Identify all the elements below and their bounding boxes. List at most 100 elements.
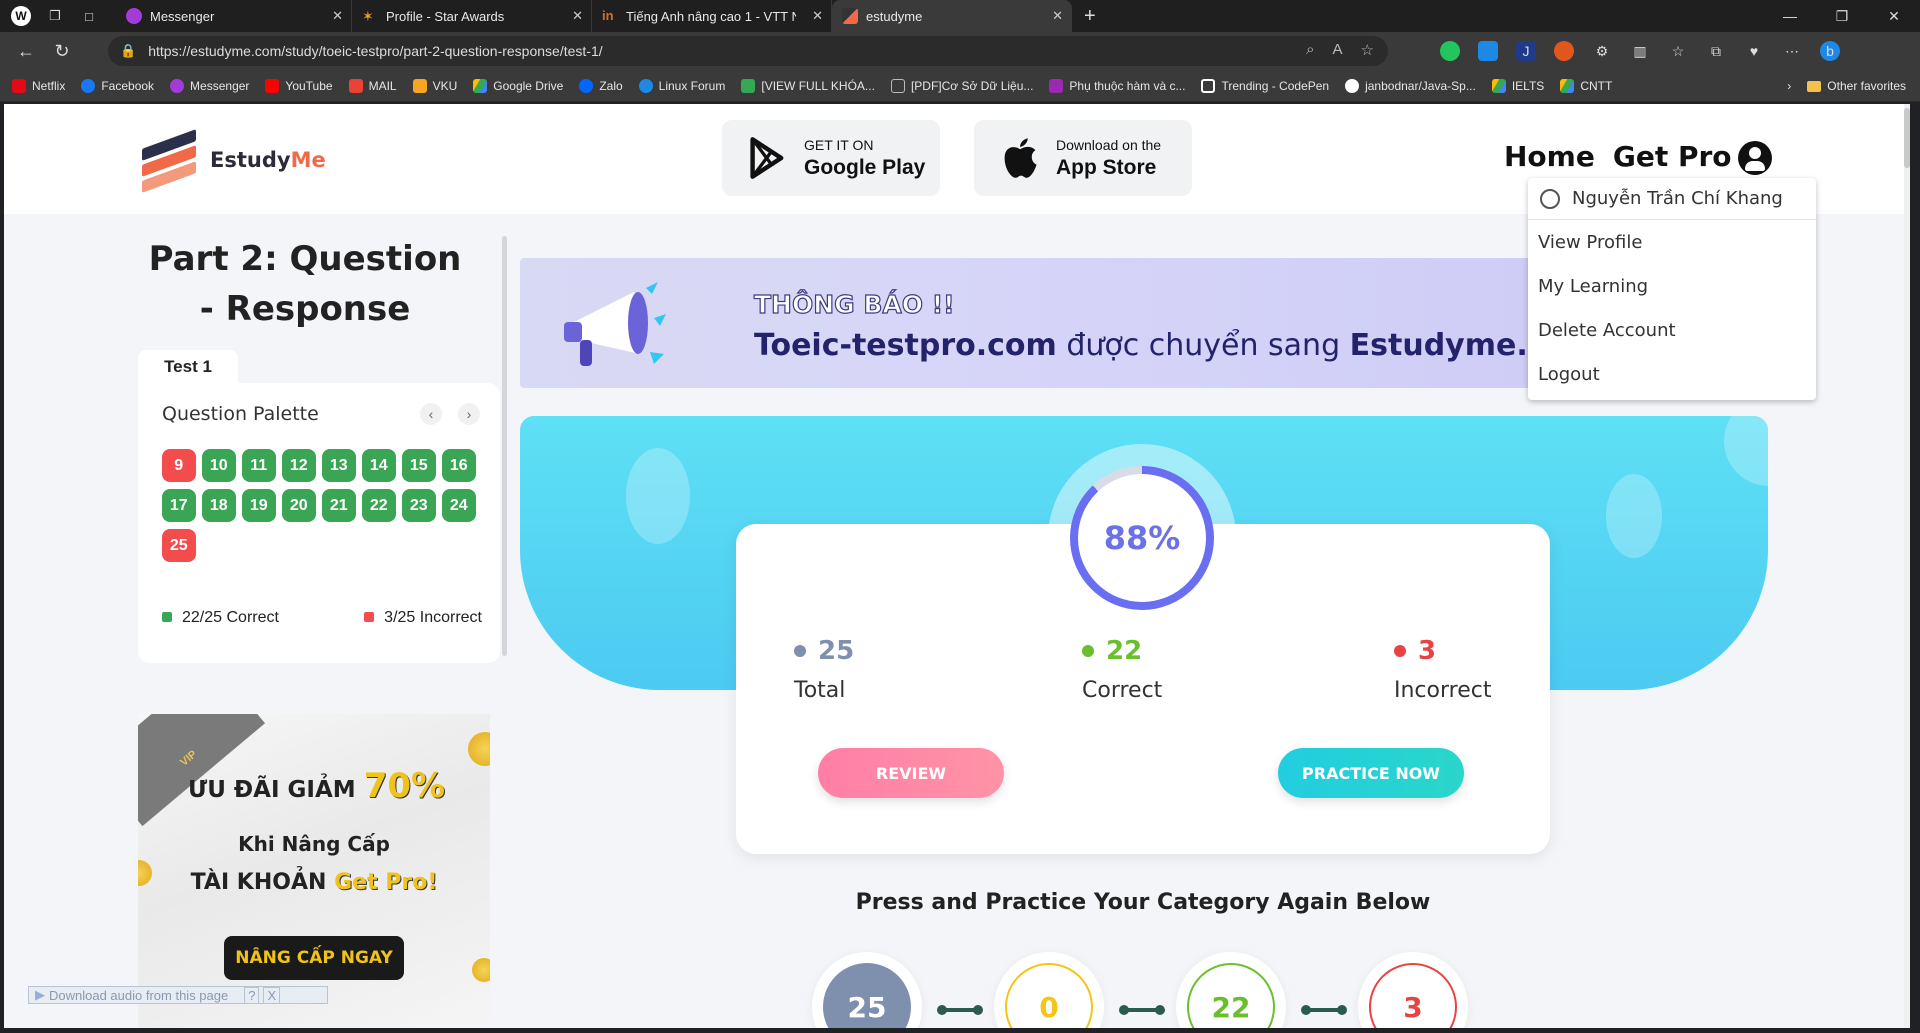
category-unanswered[interactable]: 0 xyxy=(994,952,1104,1028)
question-button-9[interactable]: 9 xyxy=(162,449,196,482)
favorites-icon[interactable]: ☆ xyxy=(1668,41,1688,61)
page-scrollbar[interactable] xyxy=(1904,104,1910,1028)
tab-tieng-anh[interactable]: in Tiếng Anh nâng cao 1 - VTT Ngữ ✕ xyxy=(592,0,832,32)
menu-logout[interactable]: Logout xyxy=(1528,352,1816,396)
tab-estudyme[interactable]: estudyme ✕ xyxy=(832,0,1072,32)
bookmark-ielts[interactable]: IELTS xyxy=(1491,78,1544,93)
category-incorrect[interactable]: 3 xyxy=(1358,952,1468,1028)
site-logo[interactable]: EstudyMe xyxy=(138,129,326,193)
review-button[interactable]: REVIEW xyxy=(818,748,1004,798)
question-button-14[interactable]: 14 xyxy=(362,449,396,482)
bookmark-view-full[interactable]: [VIEW FULL KHÓA... xyxy=(741,78,875,93)
app-store-button[interactable]: Download on the App Store xyxy=(974,120,1192,196)
google-play-button[interactable]: GET IT ON Google Play xyxy=(722,120,940,196)
question-button-12[interactable]: 12 xyxy=(282,449,316,482)
upgrade-now-button[interactable]: NÂNG CẤP NGAY xyxy=(224,936,404,980)
tab-messenger[interactable]: Messenger ✕ xyxy=(116,0,352,32)
extensions-area: J ⚙ ▥ ☆ ⧉ ♥ ⋯ b xyxy=(1440,38,1840,64)
tab-star-awards[interactable]: ✶ Profile - Star Awards ✕ xyxy=(352,0,592,32)
collections-icon[interactable]: ⧉ xyxy=(1706,41,1726,61)
menu-view-profile[interactable]: View Profile xyxy=(1528,220,1816,264)
download-audio-bar[interactable]: ▶ Download audio from this page ? X xyxy=(28,986,328,1004)
copilot-icon[interactable]: b xyxy=(1820,41,1840,61)
question-button-18[interactable]: 18 xyxy=(202,489,236,522)
question-button-24[interactable]: 24 xyxy=(442,489,476,522)
zoom-icon[interactable]: ⌕ xyxy=(1306,41,1314,59)
close-window-icon[interactable]: ✕ xyxy=(1868,0,1920,32)
bookmark-github[interactable]: janbodnar/Java-Sp... xyxy=(1345,78,1476,93)
extension-j-icon[interactable]: J xyxy=(1516,41,1536,61)
bookmark-cntt[interactable]: CNTT xyxy=(1560,78,1612,93)
bookmark-codepen[interactable]: Trending - CodePen xyxy=(1201,78,1329,93)
bookmark-google-drive[interactable]: Google Drive xyxy=(473,78,563,93)
extension-orange-icon[interactable] xyxy=(1554,41,1574,61)
favorite-star-icon[interactable]: ☆ xyxy=(1361,41,1374,59)
workspaces-icon[interactable]: ❐ xyxy=(42,5,68,27)
tab-test-1[interactable]: Test 1 xyxy=(138,350,238,384)
question-button-10[interactable]: 10 xyxy=(202,449,236,482)
question-button-20[interactable]: 20 xyxy=(282,489,316,522)
performance-icon[interactable]: ♥ xyxy=(1744,41,1764,61)
user-name-row[interactable]: Nguyễn Trần Chí Khang xyxy=(1528,178,1816,220)
close-tab-icon[interactable]: ✕ xyxy=(572,8,583,24)
other-favorites[interactable]: Other favorites xyxy=(1807,79,1906,93)
close-icon[interactable]: X xyxy=(263,986,281,1004)
bookmark-mail[interactable]: MAIL xyxy=(348,78,397,93)
close-tab-icon[interactable]: ✕ xyxy=(332,8,343,24)
nav-home[interactable]: Home xyxy=(1504,140,1595,173)
tab-title: Profile - Star Awards xyxy=(386,8,505,24)
question-button-25[interactable]: 25 xyxy=(162,529,196,562)
minimize-icon[interactable]: — xyxy=(1764,0,1816,32)
promo-banner[interactable]: VIP ƯU ĐÃI GIẢM 70% Khi Nâng Cấp TÀI KHO… xyxy=(138,714,490,1028)
practice-now-button[interactable]: PRACTICE NOW xyxy=(1278,748,1464,798)
question-button-22[interactable]: 22 xyxy=(362,489,396,522)
question-button-11[interactable]: 11 xyxy=(242,449,276,482)
question-button-13[interactable]: 13 xyxy=(322,449,356,482)
menu-delete-account[interactable]: Delete Account xyxy=(1528,308,1816,352)
question-button-15[interactable]: 15 xyxy=(402,449,436,482)
extension-green-icon[interactable] xyxy=(1440,41,1460,61)
browser-profile-icon[interactable]: W xyxy=(8,5,34,27)
tab-actions-icon[interactable]: □ xyxy=(76,5,102,27)
bookmark-phu-thuoc[interactable]: Phụ thuộc hàm và c... xyxy=(1049,78,1185,93)
bookmark-netflix[interactable]: Netflix xyxy=(12,78,65,93)
chevron-right-icon[interactable]: › xyxy=(458,403,480,425)
extensions-puzzle-icon[interactable]: ⚙ xyxy=(1592,41,1612,61)
bookmark-youtube[interactable]: YouTube xyxy=(265,78,333,93)
question-button-21[interactable]: 21 xyxy=(322,489,356,522)
settings-more-icon[interactable]: ⋯ xyxy=(1782,41,1802,61)
new-tab-icon[interactable]: + xyxy=(1084,5,1096,28)
linux-forum-icon xyxy=(638,78,653,93)
refresh-icon[interactable]: ↻ xyxy=(44,41,80,62)
scrollbar-thumb[interactable] xyxy=(1904,108,1910,168)
lock-icon[interactable]: 🔒 xyxy=(120,43,136,59)
help-icon[interactable]: ? xyxy=(244,986,260,1004)
question-button-16[interactable]: 16 xyxy=(442,449,476,482)
bookmark-messenger[interactable]: Messenger xyxy=(170,78,249,93)
question-button-19[interactable]: 19 xyxy=(242,489,276,522)
messenger-icon xyxy=(170,78,185,93)
bookmark-vku[interactable]: VKU xyxy=(412,78,457,93)
category-correct[interactable]: 22 xyxy=(1176,952,1286,1028)
chevron-right-icon[interactable]: › xyxy=(1787,79,1791,93)
account-icon[interactable] xyxy=(1738,141,1772,175)
menu-my-learning[interactable]: My Learning xyxy=(1528,264,1816,308)
restore-icon[interactable]: ❐ xyxy=(1816,0,1868,32)
question-button-17[interactable]: 17 xyxy=(162,489,196,522)
question-button-23[interactable]: 23 xyxy=(402,489,436,522)
category-total[interactable]: 25 xyxy=(812,952,922,1028)
url-input[interactable]: 🔒 https://estudyme.com/study/toeic-testp… xyxy=(108,36,1388,66)
read-aloud-icon[interactable]: A xyxy=(1333,41,1343,59)
chevron-left-icon[interactable]: ‹ xyxy=(420,403,442,425)
sidebar-scrollbar[interactable] xyxy=(502,236,507,656)
bookmark-linux-forum[interactable]: Linux Forum xyxy=(638,78,725,93)
bookmark-zalo[interactable]: Zalo xyxy=(579,78,623,93)
extension-blue-icon[interactable] xyxy=(1478,41,1498,61)
back-icon[interactable]: ← xyxy=(8,41,44,62)
bookmark-facebook[interactable]: Facebook xyxy=(81,78,154,93)
close-tab-icon[interactable]: ✕ xyxy=(1052,8,1063,24)
split-screen-icon[interactable]: ▥ xyxy=(1630,41,1650,61)
bookmark-pdf[interactable]: [PDF]Cơ Sở Dữ Liệu... xyxy=(890,78,1033,93)
nav-get-pro[interactable]: Get Pro xyxy=(1613,140,1732,173)
close-tab-icon[interactable]: ✕ xyxy=(812,8,823,24)
